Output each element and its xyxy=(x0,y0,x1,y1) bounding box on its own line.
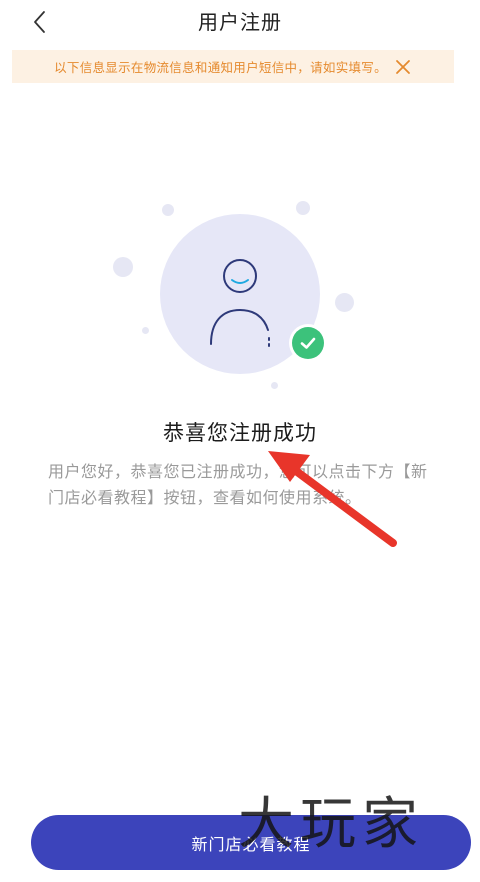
page-title: 用户注册 xyxy=(198,10,282,34)
check-icon xyxy=(300,337,316,349)
registration-success-screen: 用户注册 以下信息显示在物流信息和通知用户短信中，请如实填写。 恭喜您注册成功 … xyxy=(0,0,480,882)
success-badge xyxy=(289,324,327,362)
close-icon xyxy=(396,59,410,74)
success-illustration xyxy=(0,190,480,400)
notice-banner: 以下信息显示在物流信息和通知用户短信中，请如实填写。 xyxy=(12,50,454,83)
decor-bubble xyxy=(296,201,310,215)
success-description: 用户您好，恭喜您已注册成功，您可以点击下方【新门店必看教程】按钮，查看如何使用系… xyxy=(48,462,428,507)
close-button[interactable] xyxy=(394,58,412,76)
decor-bubble xyxy=(271,382,278,389)
notice-text: 以下信息显示在物流信息和通知用户短信中，请如实填写。 xyxy=(54,60,387,75)
new-store-tutorial-button[interactable]: 新门店必看教程 xyxy=(31,815,471,870)
decor-bubble xyxy=(142,327,149,334)
decor-bubble xyxy=(113,257,133,277)
success-title: 恭喜您注册成功 xyxy=(163,421,317,445)
decor-bubble xyxy=(335,293,354,312)
nav-bar: 用户注册 xyxy=(0,0,480,44)
